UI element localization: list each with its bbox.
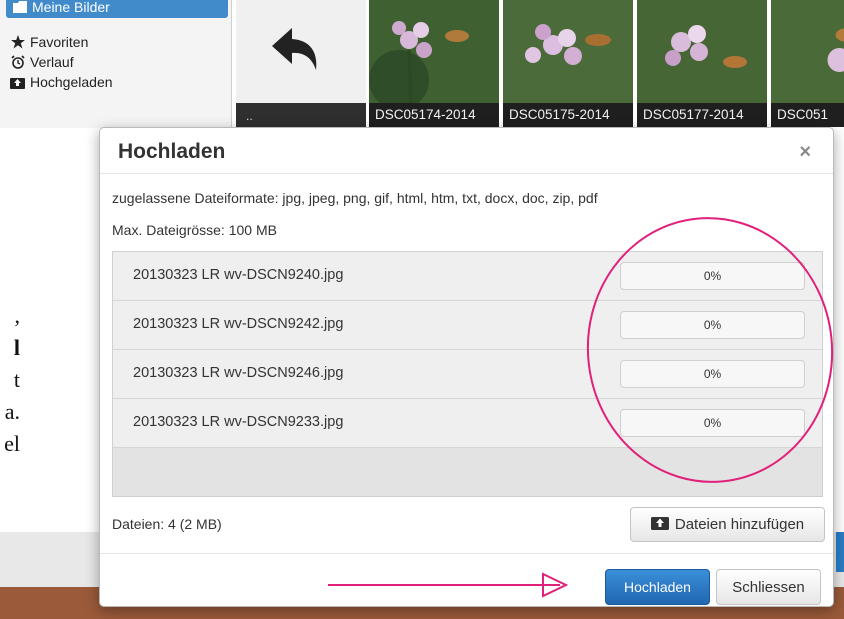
sidebar-item-label: Favoriten xyxy=(30,34,89,50)
tile-caption: .. xyxy=(236,103,366,127)
file-count-text: Dateien: 4 (2 MB) xyxy=(112,516,222,532)
progress-label: 0% xyxy=(703,416,722,430)
max-file-size-text: Max. Dateigrösse: 100 MB xyxy=(112,222,277,238)
progress-label: 0% xyxy=(703,367,722,381)
thumbnail-tile[interactable]: DSC05174-2014 xyxy=(369,0,499,127)
flower-photo-thumbnail xyxy=(637,0,767,103)
background-button-edge xyxy=(836,532,844,572)
upload-progress-bar: 0% xyxy=(620,262,805,290)
flower-photo-thumbnail xyxy=(799,0,844,103)
upload-progress-bar: 0% xyxy=(620,311,805,339)
file-name: 20130323 LR wv-DSCN9240.jpg xyxy=(133,267,344,283)
sidebar-item-hochgeladen[interactable]: Hochgeladen xyxy=(10,72,113,92)
close-button[interactable]: Schliessen xyxy=(716,569,821,605)
dialog-footer: Hochladen Schliessen xyxy=(100,553,833,606)
progress-label: 0% xyxy=(703,318,722,332)
tile-caption: DSC05177-2014 xyxy=(637,103,767,127)
star-icon xyxy=(10,35,25,49)
back-arrow-icon xyxy=(270,22,326,83)
sidebar-item-favoriten[interactable]: Favoriten xyxy=(10,32,88,52)
file-row: 20130323 LR wv-DSCN9246.jpg 0% xyxy=(113,350,822,399)
tile-caption: DSC05175-2014 xyxy=(503,103,633,127)
tile-caption: DSC051 xyxy=(771,103,844,127)
upload-icon xyxy=(650,515,669,534)
progress-label: 0% xyxy=(703,269,722,283)
add-files-button[interactable]: Dateien hinzufügen xyxy=(630,507,825,542)
sidebar-item-label: Meine Bilder xyxy=(32,0,110,15)
upload-dialog: Hochladen × zugelassene Dateiformate: jp… xyxy=(99,127,834,607)
dialog-title: Hochladen xyxy=(118,140,226,163)
file-row: 20130323 LR wv-DSCN9233.jpg 0% xyxy=(113,399,822,448)
alarm-clock-icon xyxy=(10,55,25,69)
thumbnail-tile[interactable]: DSC051 xyxy=(771,0,844,127)
thumbnail-tile[interactable]: DSC05177-2014 xyxy=(637,0,767,127)
close-icon[interactable]: × xyxy=(799,141,811,164)
file-name: 20130323 LR wv-DSCN9242.jpg xyxy=(133,316,344,332)
allowed-formats-text: zugelassene Dateiformate: jpg, jpeg, png… xyxy=(112,190,598,206)
add-files-label: Dateien hinzufügen xyxy=(674,516,805,533)
dialog-header: Hochladen × xyxy=(100,128,833,174)
sidebar-item-meine-bilder[interactable]: Meine Bilder xyxy=(6,0,228,18)
flower-photo-thumbnail xyxy=(503,0,633,103)
thumbnail-tile[interactable]: DSC05175-2014 xyxy=(503,0,633,127)
sidebar-item-label: Verlauf xyxy=(30,54,74,70)
back-folder-tile[interactable]: .. xyxy=(236,0,366,127)
sidebar-item-label: Hochgeladen xyxy=(30,74,113,90)
file-name: 20130323 LR wv-DSCN9246.jpg xyxy=(133,365,344,381)
upload-file-list: 20130323 LR wv-DSCN9240.jpg 0% 20130323 … xyxy=(112,251,823,497)
file-name: 20130323 LR wv-DSCN9233.jpg xyxy=(133,414,344,430)
background-partial-text: , l t a. el xyxy=(4,303,20,456)
file-row: 20130323 LR wv-DSCN9242.jpg 0% xyxy=(113,301,822,350)
folder-icon xyxy=(12,0,27,14)
sidebar: Meine Bilder Favoriten Verlauf Hochgelad… xyxy=(0,0,232,128)
upload-button[interactable]: Hochladen xyxy=(605,569,710,605)
file-row: 20130323 LR wv-DSCN9240.jpg 0% xyxy=(113,252,822,301)
sidebar-item-verlauf[interactable]: Verlauf xyxy=(10,52,74,72)
upload-progress-bar: 0% xyxy=(620,409,805,437)
tile-caption: DSC05174-2014 xyxy=(369,103,499,127)
upload-progress-bar: 0% xyxy=(620,360,805,388)
upload-icon xyxy=(10,75,25,89)
flower-photo-thumbnail xyxy=(369,0,499,103)
